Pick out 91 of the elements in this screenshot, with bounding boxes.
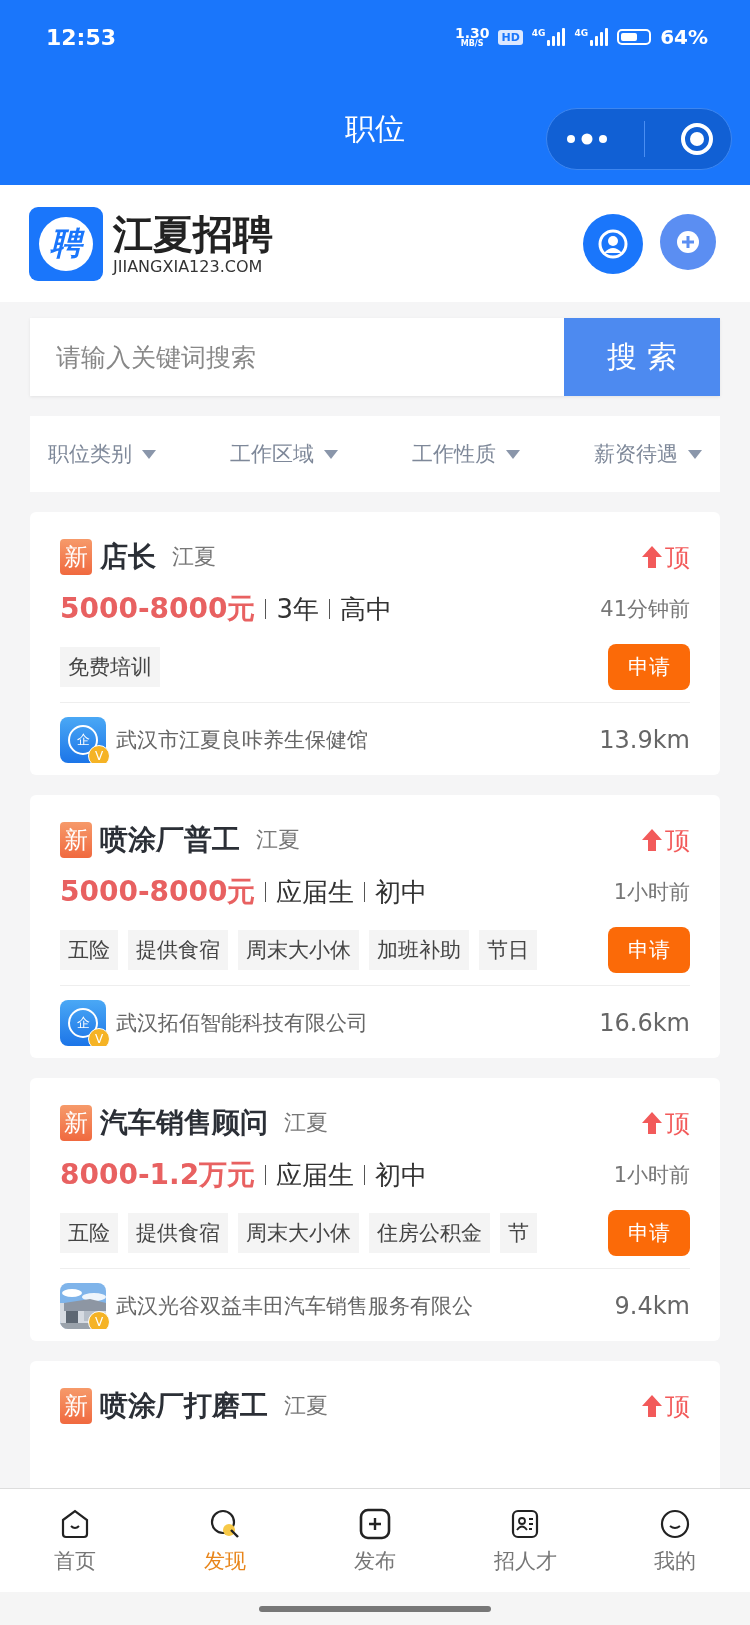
user-icon [598,228,628,259]
battery-icon [617,29,652,45]
job-card[interactable]: 新 喷涂厂普工 江夏 顶 5000-8000元 应届生 初中 1小时前 五险 提供食宿 周末大小休 加班补助 节日 申请 企 V 武汉拓佰智能科技有限公司 16.6km [30,795,720,1058]
company-name[interactable]: 武汉光谷双益丰田汽车销售服务有限公 [116,1292,473,1320]
new-badge: 新 [60,822,92,858]
education: 初中 [375,875,428,909]
tab-item[interactable]: 招人才 [470,1506,580,1575]
signal-indicator: 4G [531,28,566,46]
benefit-tag: 加班补助 [369,930,469,970]
signal-indicator: 4G [574,28,609,46]
benefit-tag: 五险 [60,1213,118,1253]
more-icon[interactable] [564,133,609,145]
experience: 应届生 [276,875,355,909]
benefit-tag: 五险 [60,930,118,970]
up-arrow-icon [641,1111,663,1135]
caret-icon [688,449,702,459]
filter-dropdown[interactable]: 职位类别 [48,440,156,468]
benefit-tag: 住房公积金 [369,1213,490,1253]
job-card[interactable]: 新 汽车销售顾问 江夏 顶 8000-1.2万元 应届生 初中 1小时前 五险 提供食宿 周末大小休 住房公积金 节 申请 V 武汉光谷双益丰田汽车销售服务有限公 9.4km [30,1078,720,1341]
job-title: 汽车销售顾问 [100,1105,268,1141]
brand-domain: JIIANGXIA123.COM [113,257,264,276]
job-area: 江夏 [172,542,216,572]
distance: 16.6km [599,1009,690,1037]
post-time: 1小时前 [613,879,690,906]
benefit-tag: 周末大小休 [238,930,359,970]
tab-item[interactable]: 发布 [320,1506,430,1575]
filter-dropdown[interactable]: 工作性质 [412,440,520,468]
post-time: 41分钟前 [600,596,690,623]
search-field[interactable]: 请输入关键词搜索 [30,318,564,396]
caret-icon [142,449,156,459]
salary: 5000-8000元 [60,591,256,627]
apply-button[interactable]: 申请 [608,927,690,973]
plus-icon [676,229,700,254]
distance: 13.9km [599,726,690,754]
benefit-tag: 提供食宿 [128,1213,228,1253]
search-button[interactable]: 搜 索 [564,318,720,396]
salary: 8000-1.2万元 [60,1157,256,1193]
pinned-label: 顶 [641,1389,690,1423]
experience: 应届生 [276,1158,355,1192]
education: 高中 [340,592,393,626]
job-card[interactable]: 新 店长 江夏 顶 5000-8000元 3年 高中 41分钟前 免费培训 申请 企 V 武汉市江夏良咔养生保健馆 13.9km [30,512,720,775]
app-logo: 聘 [29,206,103,281]
benefit-tag: 周末大小休 [238,1213,359,1253]
job-card[interactable]: 新 喷涂厂打磨工 江夏 顶 [30,1361,720,1488]
verified-badge: V [88,1311,110,1329]
company-name[interactable]: 武汉拓佰智能科技有限公司 [116,1009,368,1037]
job-area: 江夏 [256,825,300,855]
hd-badge: HD [498,29,523,45]
job-title: 店长 [100,539,156,575]
education: 初中 [375,1158,428,1192]
tab-item[interactable]: 发现 [170,1506,280,1575]
benefit-tag: 节 [500,1213,537,1253]
brand-name: 江夏招聘 [113,211,273,257]
home-indicator[interactable] [259,1605,491,1612]
verified-badge: V [88,745,110,763]
plus-square-icon [358,1506,392,1541]
network-speed: 1.30 MB/S [454,26,490,48]
salary: 5000-8000元 [60,874,256,910]
page-title: 职位 [345,110,405,148]
new-badge: 新 [60,539,92,575]
job-title: 喷涂厂打磨工 [100,1388,268,1424]
up-arrow-icon [641,828,663,852]
up-arrow-icon [641,1394,663,1418]
up-arrow-icon [641,545,663,569]
clock-time: 12:53 [46,24,117,50]
benefit-tag: 提供食宿 [128,930,228,970]
job-title: 喷涂厂普工 [100,822,240,858]
verified-badge: V [88,1028,110,1046]
job-area: 江夏 [284,1391,328,1421]
post-time: 1小时前 [613,1162,690,1189]
caret-icon [506,449,520,459]
filter-dropdown[interactable]: 薪资待遇 [594,440,702,468]
apply-button[interactable]: 申请 [608,1210,690,1256]
distance: 9.4km [614,1292,690,1320]
new-badge: 新 [60,1105,92,1141]
tab-item[interactable]: 我的 [620,1506,730,1575]
apply-button[interactable]: 申请 [608,644,690,690]
pinned-label: 顶 [641,1106,690,1140]
pinned-label: 顶 [641,823,690,857]
company-name[interactable]: 武汉市江夏良咔养生保健馆 [116,726,368,754]
experience: 3年 [276,592,320,626]
pinned-label: 顶 [641,540,690,574]
tab-item[interactable]: 首页 [20,1506,130,1575]
new-badge: 新 [60,1388,92,1424]
caret-icon [324,449,338,459]
benefit-tag: 节日 [479,930,537,970]
benefit-tag: 免费培训 [60,647,160,687]
job-area: 江夏 [284,1108,328,1138]
close-target-icon[interactable] [679,122,714,156]
battery-percent: 64% [660,25,708,49]
filter-dropdown[interactable]: 工作区域 [230,440,338,468]
